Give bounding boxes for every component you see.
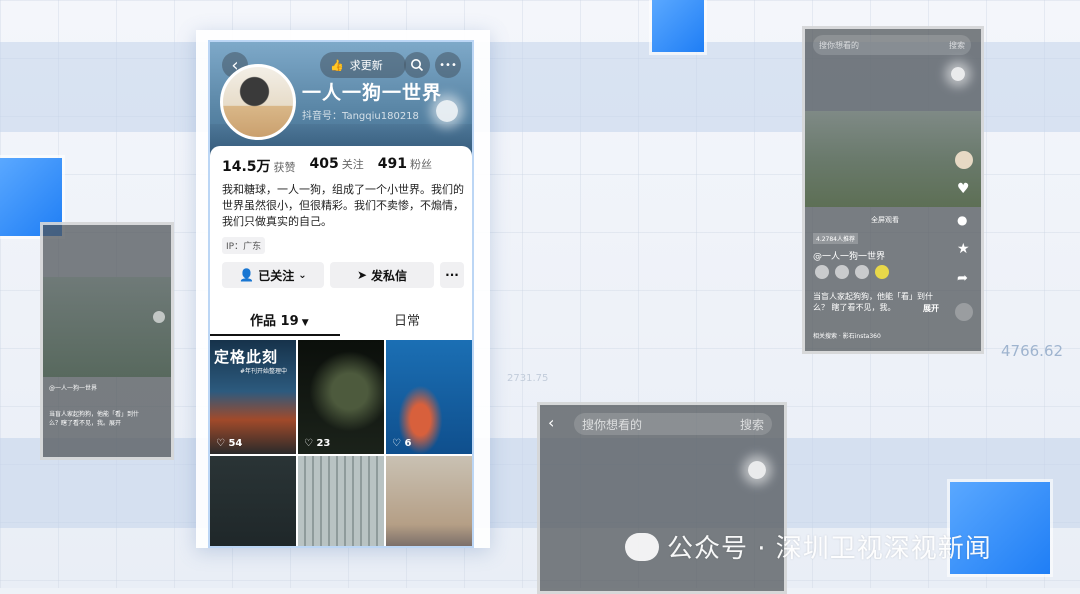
- video-thumbnail[interactable]: [298, 456, 384, 546]
- avatar: [815, 265, 829, 279]
- bg-number: 4766.62: [1001, 342, 1064, 360]
- request-update-label: 求更新: [349, 59, 383, 72]
- recommend-tag: 4.2784人推荐: [813, 233, 858, 244]
- tab-works[interactable]: 作品 19 ▼: [250, 310, 309, 329]
- search-button[interactable]: 搜索: [740, 416, 764, 433]
- profile-tabs: 作品 19 ▼ 日常: [210, 306, 472, 336]
- following-button[interactable]: 👤 已关注 ⌄: [222, 262, 324, 288]
- video-thumbnail[interactable]: 定格此刻 #年刊开始整理中 ♡ 54: [210, 340, 296, 454]
- related-search[interactable]: 相关搜索 · 影石insta360: [813, 331, 881, 340]
- like-count: 54: [228, 438, 243, 449]
- bg-number: 2731.75: [507, 373, 549, 384]
- decor-cube: [652, 0, 704, 52]
- video-thumbnail[interactable]: [386, 456, 472, 546]
- heart-icon: ♡: [216, 438, 225, 449]
- thumb-up-icon: 👍: [330, 58, 344, 72]
- caret-down-icon: ▼: [298, 318, 309, 328]
- stat-followers[interactable]: 491 粉丝: [378, 156, 432, 176]
- like-count: 6: [404, 438, 412, 449]
- star-icon[interactable]: ★: [957, 241, 970, 257]
- bottom-phone: 搜你想看的 搜索 ‹: [537, 402, 787, 594]
- avatar: [835, 265, 849, 279]
- thumbnail-title: 定格此刻: [214, 348, 279, 366]
- profile-bio: 我和糖球，一人一狗，组成了一个小世界。我们的世界虽然很小，但很精彩。我们不卖惨，…: [222, 183, 464, 228]
- douyin-id: 抖音号：Tangqiu180218: [302, 111, 419, 122]
- share-icon[interactable]: ➦: [957, 271, 968, 286]
- profile-screen: ‹ 👍 求更新 ••• 一人一狗一世界 抖音号：Tangqiu180218 14…: [208, 40, 474, 548]
- thumbnail-subtitle: #年刊开始整理中: [240, 368, 288, 375]
- avatar: [153, 311, 165, 323]
- search-placeholder: 搜你想看的: [819, 40, 859, 50]
- right-phone: 搜你想看的 搜索 全屏观看 4.2784人推荐 @一人一狗一世界 当盲人家起狗狗…: [802, 26, 984, 354]
- search-button[interactable]: 搜索: [949, 40, 965, 51]
- fullscreen-button[interactable]: 全屏观看: [871, 215, 899, 225]
- video-thumbnail[interactable]: ♡ 6: [386, 340, 472, 454]
- following-label: 已关注: [258, 268, 295, 283]
- watermark: 公众号 · 深圳卫视深视新闻: [625, 528, 992, 565]
- profile-card: 14.5万 获赞 405 关注 491 粉丝 我和糖球，一人一狗，组成了一个小世界。我…: [210, 146, 472, 546]
- more-button[interactable]: ···: [440, 262, 464, 288]
- message-button[interactable]: ➤ 发私信: [330, 262, 434, 288]
- avatar[interactable]: [220, 64, 296, 140]
- search-placeholder: 搜你想看的: [582, 417, 643, 432]
- tab-indicator: [210, 334, 340, 336]
- search-bar[interactable]: 搜你想看的 搜索: [574, 413, 772, 435]
- profile-stats: 14.5万 获赞 405 关注 491 粉丝: [222, 156, 432, 176]
- tab-daily[interactable]: 日常: [394, 310, 420, 329]
- glow-dot: [436, 100, 458, 122]
- author-name[interactable]: @一人一狗一世界: [813, 249, 885, 262]
- chevron-down-icon: ⌄: [298, 269, 307, 281]
- search-icon[interactable]: [404, 52, 430, 78]
- glow-dot: [748, 461, 766, 479]
- back-icon[interactable]: ‹: [548, 413, 554, 432]
- creator-avatar[interactable]: [955, 151, 973, 169]
- stat-following[interactable]: 405 关注: [310, 156, 364, 176]
- heart-icon: ♡: [304, 438, 313, 449]
- message-label: 发私信: [371, 268, 408, 283]
- ip-location: IP：广东: [222, 237, 266, 254]
- caption: 当盲人家起狗狗，他能「看」到什么？瞎了看不见，我。展开: [49, 411, 140, 427]
- watermark-text: 公众号 · 深圳卫视深视新闻: [667, 534, 992, 564]
- heart-icon: ♡: [392, 438, 401, 449]
- like-count: 23: [316, 438, 331, 449]
- video-thumbnail[interactable]: ♡ 23: [298, 340, 384, 454]
- avatar: [855, 265, 869, 279]
- user-check-icon: 👤: [239, 268, 255, 282]
- left-phone: @一人一狗一世界 当盲人家起狗狗，他能「看」到什么？瞎了看不见，我。展开: [40, 222, 174, 460]
- glow-dot: [951, 67, 965, 81]
- send-icon: ➤: [356, 268, 368, 282]
- profile-nickname: 一人一狗一世界: [302, 82, 443, 104]
- main-phone: ‹ 👍 求更新 ••• 一人一狗一世界 抖音号：Tangqiu180218 14…: [196, 30, 490, 548]
- ellipsis-icon[interactable]: •••: [435, 52, 461, 78]
- music-disc-icon: [955, 303, 973, 321]
- search-bar[interactable]: 搜你想看的 搜索: [813, 35, 971, 55]
- video-thumbnail[interactable]: [210, 456, 296, 546]
- author-name: @一人一狗一世界: [49, 385, 98, 392]
- expand-link[interactable]: 展开: [923, 303, 939, 314]
- request-update-button[interactable]: 👍 求更新: [320, 52, 406, 78]
- wechat-icon: [625, 532, 659, 561]
- heart-icon[interactable]: ♥: [957, 181, 970, 197]
- avatar: [875, 265, 889, 279]
- stat-likes[interactable]: 14.5万 获赞: [222, 156, 296, 176]
- comment-icon[interactable]: ●: [957, 213, 967, 227]
